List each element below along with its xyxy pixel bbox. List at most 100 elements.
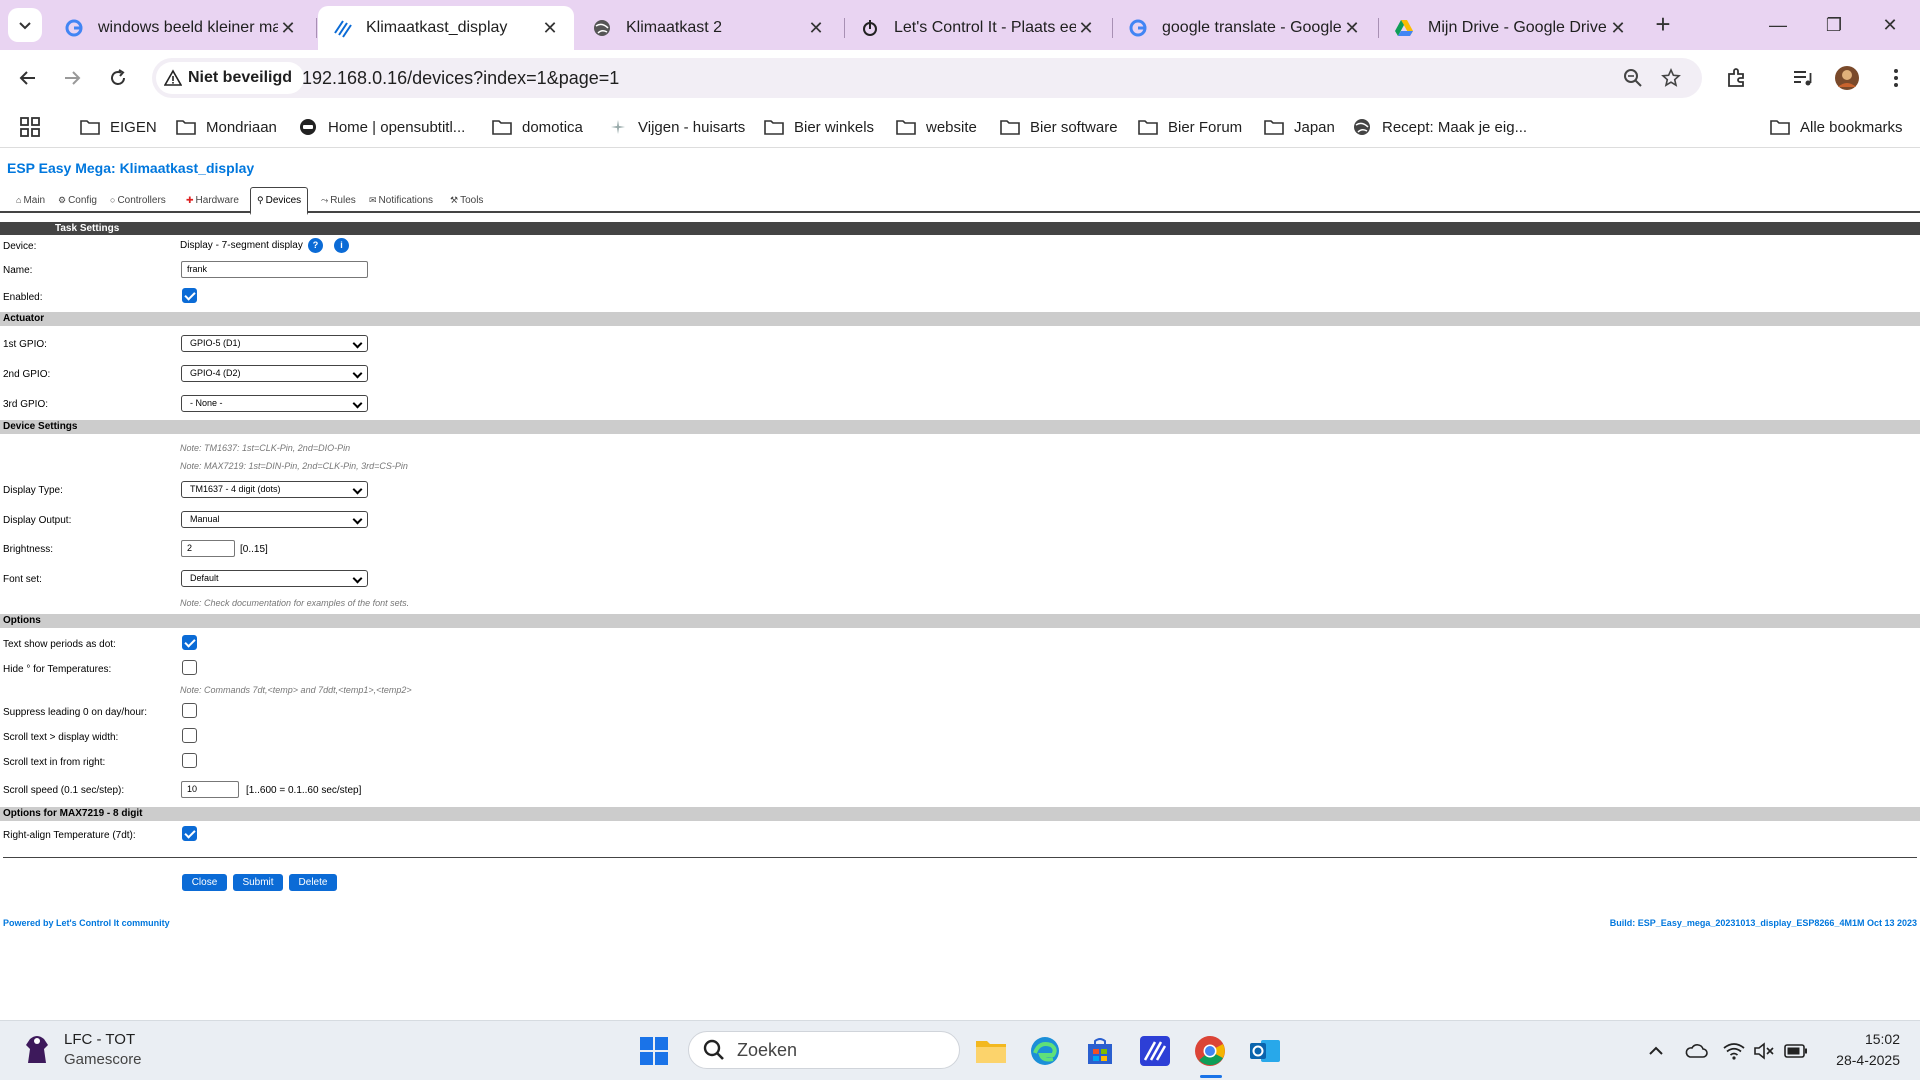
close-tab-icon[interactable]: ✕ [278, 18, 298, 39]
bookmark-folder-bier-software[interactable]: Bier software [1000, 114, 1118, 140]
scroll-speed-input[interactable]: 10 [181, 781, 239, 798]
tab-google-drive[interactable]: Mijn Drive - Google Drive ✕ [1380, 6, 1642, 50]
bookmark-folder-japan[interactable]: Japan [1264, 114, 1335, 140]
minimize-button[interactable]: — [1758, 10, 1798, 40]
folder-icon [176, 118, 196, 136]
submit-button[interactable]: Submit [233, 874, 283, 891]
start-button[interactable] [634, 1031, 674, 1071]
gpio3-select[interactable]: - None - [181, 395, 368, 412]
new-tab-button[interactable]: + [1648, 10, 1678, 40]
menu-icon[interactable] [1882, 64, 1910, 92]
suppress-label: Suppress leading 0 on day/hour: [3, 707, 147, 718]
outlook-icon[interactable] [1245, 1031, 1285, 1071]
espeasy-app-icon[interactable] [1135, 1031, 1175, 1071]
all-bookmarks-button[interactable]: Alle bookmarks [1770, 114, 1903, 140]
globe-icon [592, 18, 612, 38]
info-button[interactable]: i [334, 238, 349, 253]
file-explorer-icon[interactable] [971, 1031, 1011, 1071]
right-align-checkbox[interactable] [182, 826, 197, 841]
close-window-button[interactable]: ✕ [1870, 10, 1910, 40]
device-label: Device: [3, 241, 37, 252]
brightness-input[interactable]: 2 [181, 540, 235, 557]
tab-klimaatkast-display[interactable]: Klimaatkast_display ✕ [318, 6, 574, 50]
google-icon [1128, 18, 1148, 38]
bookmark-folder-bier-winkels[interactable]: Bier winkels [764, 114, 874, 140]
close-tab-icon[interactable]: ✕ [1076, 18, 1096, 39]
edge-icon[interactable] [1025, 1031, 1065, 1071]
address-bar[interactable]: Niet beveiligd 192.168.0.16/devices?inde… [152, 58, 1702, 98]
menu-label: Controllers [117, 194, 166, 206]
back-button[interactable] [12, 62, 44, 94]
menu-hardware[interactable]: ✚ Hardware [180, 187, 245, 213]
close-tab-icon[interactable]: ✕ [540, 18, 560, 39]
suppress-checkbox[interactable] [182, 703, 197, 718]
reload-button[interactable] [102, 62, 134, 94]
display-output-select[interactable]: Manual [181, 511, 368, 528]
page-title: ESP Easy Mega: Klimaatkast_display [7, 160, 255, 176]
apps-button[interactable] [20, 114, 40, 140]
bookmark-folder-bier-forum[interactable]: Bier Forum [1138, 114, 1242, 140]
scroll-width-checkbox[interactable] [182, 728, 197, 743]
restore-button[interactable]: ❐ [1814, 10, 1854, 40]
menu-main[interactable]: ⌂ Main [10, 187, 51, 213]
close-button[interactable]: Close [182, 874, 227, 891]
enabled-checkbox[interactable] [182, 288, 197, 303]
tab-title: windows beeld kleiner mak [98, 19, 278, 36]
help-button[interactable]: ? [308, 238, 323, 253]
bookmark-folder-domotica[interactable]: domotica [492, 114, 583, 140]
premier-league-icon[interactable] [22, 1033, 52, 1067]
extensions-icon[interactable] [1723, 64, 1751, 92]
taskbar-search[interactable]: Zoeken [688, 1031, 960, 1069]
tab-windows-beeld[interactable]: windows beeld kleiner mak ✕ [50, 6, 312, 50]
powered-by-link[interactable]: Powered by Let's Control It community [3, 918, 170, 928]
bookmark-folder-eigen[interactable]: EIGEN [80, 114, 157, 140]
bookmark-folder-mondriaan[interactable]: Mondriaan [176, 114, 277, 140]
forward-button[interactable] [56, 62, 88, 94]
battery-icon[interactable] [1784, 1039, 1808, 1063]
tab-search-button[interactable] [8, 8, 42, 42]
gpio1-select[interactable]: GPIO-5 (D1) [181, 335, 368, 352]
tab-title: google translate - Google [1162, 19, 1342, 36]
tray-chevron-up-icon[interactable] [1644, 1039, 1668, 1063]
apps-grid-icon [20, 117, 40, 137]
onedrive-icon[interactable] [1684, 1039, 1708, 1063]
close-tab-icon[interactable]: ✕ [1608, 18, 1628, 39]
bookmark-vijgen[interactable]: Vijgen - huisarts [608, 114, 745, 140]
windows-icon [640, 1037, 668, 1065]
clock-date[interactable]: 28-4-2025 [1820, 1052, 1900, 1068]
chrome-icon[interactable] [1190, 1031, 1230, 1071]
menu-notifications[interactable]: ✉ Notifications [363, 187, 439, 213]
delete-button[interactable]: Delete [289, 874, 337, 891]
avatar[interactable] [1833, 64, 1861, 92]
bookmark-recept[interactable]: Recept: Maak je eig... [1352, 114, 1527, 140]
hide-degree-checkbox[interactable] [182, 660, 197, 675]
clock-time[interactable]: 15:02 [1850, 1031, 1900, 1047]
font-set-select[interactable]: Default [181, 570, 368, 587]
close-tab-icon[interactable]: ✕ [806, 18, 826, 39]
menu-controllers[interactable]: ○ Controllers [104, 187, 172, 213]
bookmark-star-icon[interactable] [1660, 67, 1682, 89]
bookmark-opensubtitles[interactable]: Home | opensubtitl... [298, 114, 465, 140]
wifi-icon[interactable] [1722, 1039, 1746, 1063]
gpio2-select[interactable]: GPIO-4 (D2) [181, 365, 368, 382]
display-type-select[interactable]: TM1637 - 4 digit (dots) [181, 481, 368, 498]
name-input[interactable]: frank [181, 261, 368, 278]
periods-checkbox[interactable] [182, 635, 197, 650]
tab-strip: windows beeld kleiner mak ✕ Klimaatkast_… [0, 0, 1920, 50]
scroll-right-checkbox[interactable] [182, 753, 197, 768]
menu-rules[interactable]: ⤳ Rules [315, 187, 362, 213]
zoom-icon[interactable] [1622, 67, 1644, 89]
url-text[interactable]: 192.168.0.16/devices?index=1&page=1 [302, 68, 619, 89]
bookmark-folder-website[interactable]: website [896, 114, 977, 140]
volume-muted-icon[interactable] [1752, 1039, 1776, 1063]
menu-devices[interactable]: ⚲ Devices [250, 187, 309, 215]
close-tab-icon[interactable]: ✕ [1342, 18, 1362, 39]
tab-letscontrolit[interactable]: Let's Control It - Plaats een ✕ [846, 6, 1110, 50]
menu-config[interactable]: ⚙ Config [52, 187, 103, 213]
menu-tools[interactable]: ⚒ Tools [444, 187, 489, 213]
tab-klimaatkast-2[interactable]: Klimaatkast 2 ✕ [578, 6, 840, 50]
tab-google-translate[interactable]: google translate - Google ✕ [1114, 6, 1376, 50]
media-control-icon[interactable] [1788, 64, 1816, 92]
store-icon[interactable] [1080, 1031, 1120, 1071]
security-chip[interactable]: Niet beveiligd [156, 62, 305, 94]
